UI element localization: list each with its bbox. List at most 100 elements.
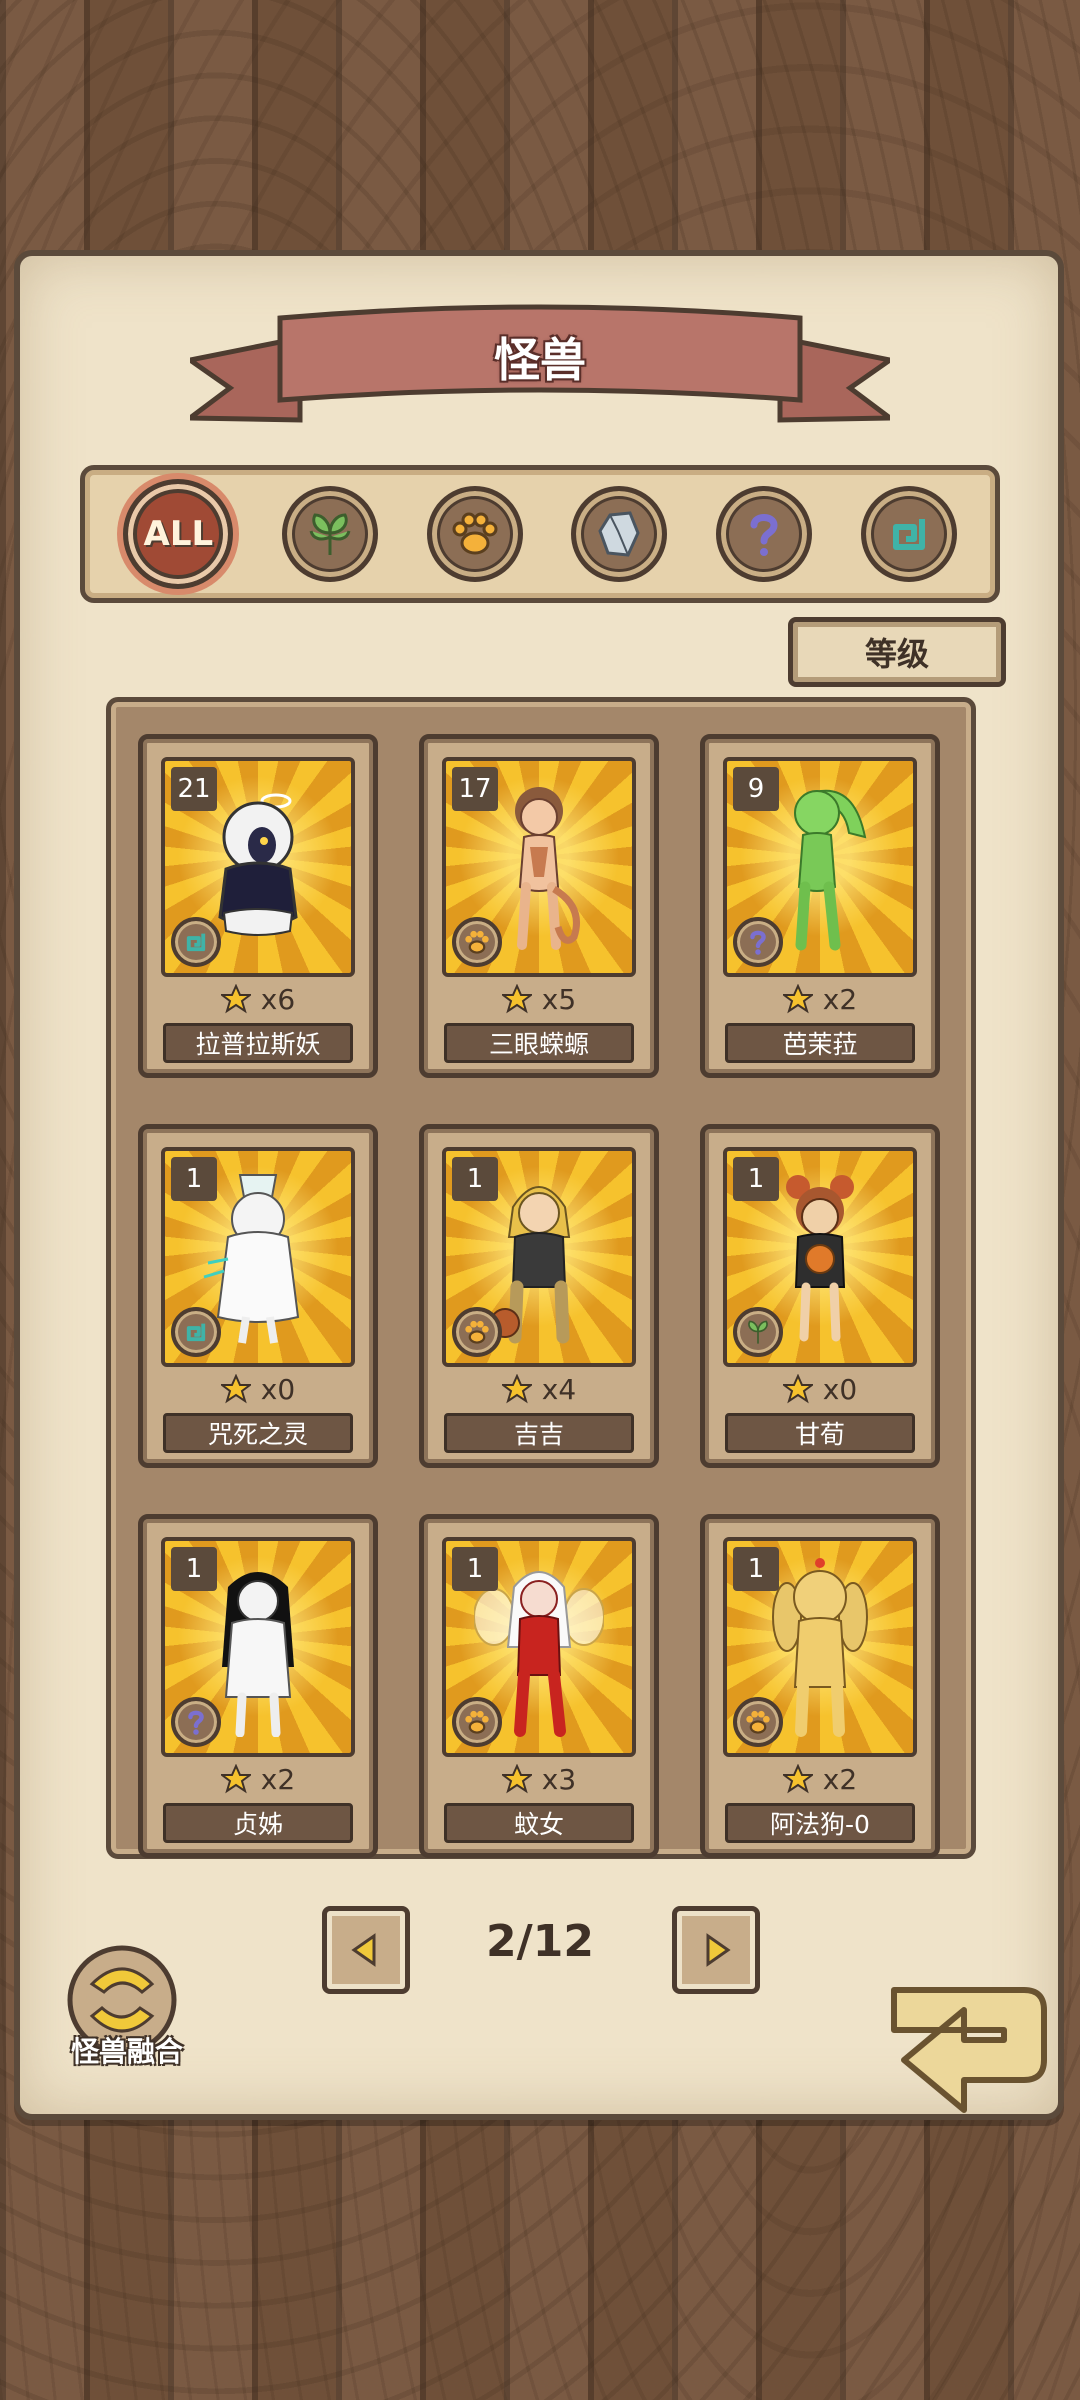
swirl-icon [892,519,925,550]
star-count-value: x0 [822,1372,858,1406]
page-title: 怪兽 [494,333,586,387]
level-badge: 1 [733,1157,779,1201]
leaf-icon [748,1320,768,1344]
level-badge: 1 [171,1547,217,1591]
monster-card[interactable]: 1 x2 贞姊 [138,1514,378,1858]
bamola-figure [794,789,867,951]
type-badge [733,1697,783,1747]
monster-portrait: 1 [723,1147,917,1367]
monster-card[interactable]: 21 x6 拉普拉斯妖 [138,734,378,1078]
monster-card[interactable]: 1 x4 吉吉 [419,1124,659,1468]
star-icon [220,984,251,1014]
monster-name: 吉吉 [444,1413,634,1453]
star-count: x4 [424,1369,654,1409]
star-count-value: x2 [822,1762,858,1796]
type-badge [452,917,502,967]
category-filter-bar: ALL [80,465,1000,603]
monster-portrait: 1 [161,1147,355,1367]
level-badge: 21 [171,767,217,811]
monster-card[interactable]: 1 x0 甘荀 [700,1124,940,1468]
monster-card[interactable]: 17 x5 三眼蝾螈 [419,734,659,1078]
monster-name: 拉普拉斯妖 [163,1023,353,1063]
level-badge: 1 [452,1157,498,1201]
paw-icon [465,930,489,954]
title-ribbon: 怪兽 [190,300,890,430]
monster-portrait: 1 [442,1147,636,1367]
star-count: x2 [705,1759,935,1799]
monster-portrait: 17 [442,757,636,977]
monster-name: 三眼蝾螈 [444,1023,634,1063]
monster-fusion-button[interactable]: 怪兽融合 [52,1944,202,2074]
filter-all-button[interactable]: ALL [123,479,234,589]
star-icon [782,1374,813,1404]
monster-name: 甘荀 [725,1413,915,1453]
question-icon [188,1710,204,1735]
star-icon [220,1374,251,1404]
star-count-value: x6 [260,982,296,1016]
filter-mineral-button[interactable] [571,486,668,582]
laplace-demon-figure [218,793,298,936]
star-count: x5 [424,979,654,1019]
monster-name: 阿法狗-0 [725,1803,915,1843]
monster-portrait: 1 [161,1537,355,1757]
arrow-left-icon [351,1933,376,1967]
star-count-value: x2 [260,1762,296,1796]
page-indicator: 2/12 [486,1916,594,1967]
star-count-value: x3 [541,1762,577,1796]
question-icon [750,930,766,955]
return-arrow-icon [891,1987,1047,2113]
star-count: x2 [143,1759,373,1799]
filter-plant-button[interactable] [281,486,378,582]
level-badge: 1 [733,1547,779,1591]
monster-portrait: 9 [723,757,917,977]
monster-portrait: 1 [442,1537,636,1757]
monster-card[interactable]: 1 x0 咒死之灵 [138,1124,378,1468]
monster-grid: 21 x6 拉普拉斯妖 17 x5 三眼蝾螈 9 x2 芭茉菈 1 x0 咒死之… [106,697,976,1859]
prev-page-button[interactable] [322,1906,410,1994]
monster-name: 咒死之灵 [163,1413,353,1453]
monster-name: 芭茉菈 [725,1023,915,1063]
star-count-value: x5 [541,982,577,1016]
paw-icon [746,1710,770,1734]
type-badge [171,1307,221,1357]
paw-icon [465,1710,489,1734]
monster-card[interactable]: 1 x3 蚊女 [419,1514,659,1858]
crystal-icon [598,511,640,557]
level-badge: 1 [452,1547,498,1591]
monster-name: 贞姊 [163,1803,353,1843]
star-icon [782,1764,813,1794]
filter-beast-button[interactable] [426,486,523,582]
star-icon [501,1764,532,1794]
level-badge: 9 [733,767,779,811]
type-badge [733,1307,783,1357]
next-page-button[interactable] [672,1906,760,1994]
star-count: x2 [705,979,935,1019]
swirl-icon [186,933,206,952]
level-badge: 17 [452,767,498,811]
paw-icon [465,1320,489,1344]
filter-all-label: ALL [143,514,214,554]
paw-icon [452,512,498,555]
level-badge: 1 [171,1157,217,1201]
filter-unknown-button[interactable] [715,486,812,582]
monster-portrait: 1 [723,1537,917,1757]
monster-name: 蚊女 [444,1803,634,1843]
star-count: x0 [143,1369,373,1409]
star-count-value: x0 [260,1372,296,1406]
star-icon [501,1374,532,1404]
three-eyed-salamander-figure [515,787,580,950]
swirl-icon [186,1323,206,1342]
filter-spirit-button[interactable] [860,486,957,582]
star-count: x3 [424,1759,654,1799]
sort-level-button[interactable]: 等级 [788,617,1006,687]
fusion-label: 怪兽融合 [70,2035,183,2068]
leaf-icon [309,513,351,555]
monster-portrait: 21 [161,757,355,977]
star-count-value: x4 [541,1372,577,1406]
star-count: x0 [705,1369,935,1409]
monster-card[interactable]: 9 x2 芭茉菈 [700,734,940,1078]
type-badge [171,917,221,967]
back-button[interactable] [874,1970,1054,2120]
monster-card[interactable]: 1 x2 阿法狗-0 [700,1514,940,1858]
star-icon [782,984,813,1014]
